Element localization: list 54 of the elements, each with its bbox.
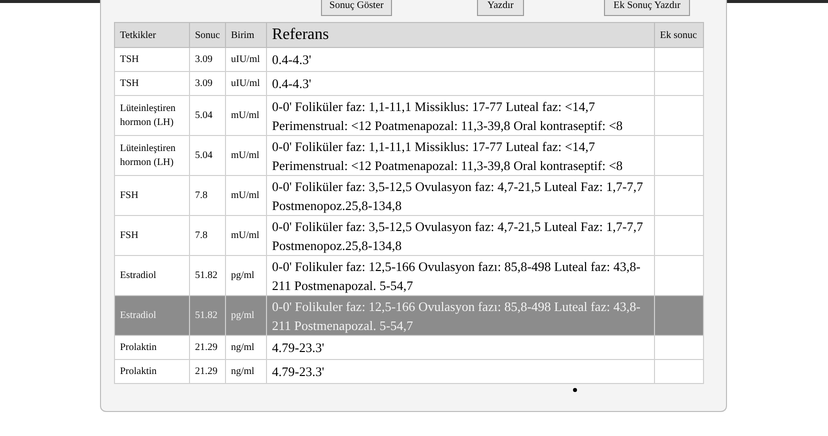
reference-text: 0-0' Foliküler faz: 3,5-12,5 Ovulasyon faz: 4,7-21,5 Luteal Faz: 1,7-7,7 Postmenopoz.25,8-134,8 — [272, 178, 643, 212]
table-row[interactable]: Prolaktin 21.29 ng/ml 4.79-23.3' — [114, 336, 704, 360]
result-value: 7.8 — [195, 190, 208, 200]
unit-text: uIU/ml — [231, 78, 260, 88]
result-value: 21.29 — [195, 366, 218, 376]
test-name: FSH — [120, 190, 138, 200]
test-name: Estradiol — [120, 270, 156, 280]
reference-text: 0-0' Foliküler faz: 1,1-11,1 Missiklus: 17-77 Luteal faz: <14,7 Perimenstrual: <12 Poatmenapozal: 11,3-39,8 Oral kontraseptif: <8 — [272, 98, 623, 132]
table-row[interactable]: Lüteinleştiren hormon (LH) 5.04 mU/ml 0-0' Foliküler faz: 1,1-11,1 Missiklus: 17-77 Luteal faz: <14,7 Perimenstrual: <12 Poatmenapozal: 11,3-39,8 Oral kontraseptif: <8 — [114, 136, 704, 176]
result-value: 5.04 — [195, 110, 212, 120]
table-row[interactable]: TSH 3.09 uIU/ml 0.4-4.3' — [114, 48, 704, 72]
test-name: Prolaktin — [120, 366, 157, 376]
table-row[interactable]: Estradiol 51.82 pg/ml 0-0' Folikuler faz: 12,5-166 Ovulasyon fazı: 85,8-498 Luteal faz: 43,8-211 Postmenapozal. 5-54,7 — [114, 256, 704, 296]
test-name: Lüteinleştiren hormon (LH) — [120, 142, 176, 168]
table-row[interactable]: Prolaktin 21.29 ng/ml 4.79-23.3' — [114, 360, 704, 384]
result-value: 21.29 — [195, 342, 218, 352]
unit-text: ng/ml — [231, 366, 254, 376]
action-button[interactable]: Yazdır — [477, 0, 524, 16]
action-button[interactable]: Ek Sonuç Yazdır — [604, 0, 690, 16]
test-name: TSH — [120, 78, 139, 88]
column-header: Tetkikler — [114, 22, 190, 48]
result-value: 3.09 — [195, 78, 212, 88]
reference-text: 4.79-23.3' — [272, 364, 324, 379]
column-header: Referans — [266, 22, 654, 48]
table-row[interactable]: FSH 7.8 mU/ml 0-0' Foliküler faz: 3,5-12,5 Ovulasyon faz: 4,7-21,5 Luteal Faz: 1,7-7,7 Postmenopoz.25,8-134,8 — [114, 216, 704, 256]
test-name: Lüteinleştiren hormon (LH) — [120, 102, 176, 128]
result-value: 5.04 — [195, 150, 212, 160]
reference-text: 0.4-4.3' — [272, 52, 312, 67]
reference-text: 0-0' Foliküler faz: 3,5-12,5 Ovulasyon faz: 4,7-21,5 Luteal Faz: 1,7-7,7 Postmenopoz.25,8-134,8 — [272, 218, 643, 252]
test-name: Estradiol — [120, 310, 156, 320]
unit-text: mU/ml — [231, 110, 260, 120]
table-row[interactable]: TSH 3.09 uIU/ml 0.4-4.3' — [114, 72, 704, 96]
test-name: Prolaktin — [120, 342, 157, 352]
result-value: 51.82 — [195, 270, 218, 280]
unit-text: pg/ml — [231, 310, 254, 320]
test-name: TSH — [120, 54, 139, 64]
table-row[interactable]: FSH 7.8 mU/ml 0-0' Foliküler faz: 3,5-12,5 Ovulasyon faz: 4,7-21,5 Luteal Faz: 1,7-7,7 Postmenopoz.25,8-134,8 — [114, 176, 704, 216]
reference-text: 0-0' Foliküler faz: 1,1-11,1 Missiklus: 17-77 Luteal faz: <14,7 Perimenstrual: <12 Poatmenapozal: 11,3-39,8 Oral kontraseptif: <8 — [272, 138, 623, 172]
unit-text: uIU/ml — [231, 54, 260, 64]
result-value: 51.82 — [195, 310, 218, 320]
table-row[interactable]: Lüteinleştiren hormon (LH) 5.04 mU/ml 0-0' Foliküler faz: 1,1-11,1 Missiklus: 17-77 Luteal faz: <14,7 Perimenstrual: <12 Poatmenapozal: 11,3-39,8 Oral kontraseptif: <8 — [114, 96, 704, 136]
reference-text: 0-0' Folikuler faz: 12,5-166 Ovulasyon fazı: 85,8-498 Luteal faz: 43,8-211 Postmenapozal. 5-54,7 — [272, 258, 640, 292]
reference-text: 4.79-23.3' — [272, 340, 324, 355]
unit-text: mU/ml — [231, 230, 260, 240]
unit-text: mU/ml — [231, 150, 260, 160]
result-value: 3.09 — [195, 54, 212, 64]
unit-text: mU/ml — [231, 190, 260, 200]
reference-text: 0.4-4.3' — [272, 76, 312, 91]
unit-text: ng/ml — [231, 342, 254, 352]
action-button[interactable]: Sonuç Göster — [321, 0, 392, 16]
unit-text: pg/ml — [231, 270, 254, 280]
test-name: FSH — [120, 230, 138, 240]
result-value: 7.8 — [195, 230, 208, 240]
reference-text: 0-0' Folikuler faz: 12,5-166 Ovulasyon fazı: 85,8-498 Luteal faz: 43,8-211 Postmenapozal. 5-54,7 — [272, 298, 640, 332]
